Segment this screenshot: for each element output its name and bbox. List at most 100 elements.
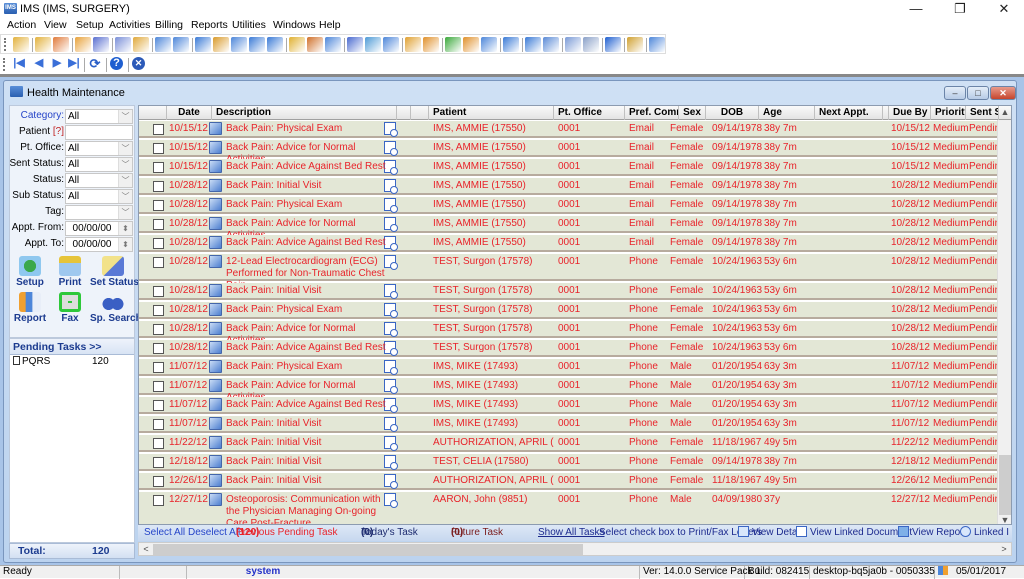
pt-office-select[interactable]: All ﹀	[65, 141, 133, 156]
chevron-down-icon[interactable]: ﹀	[118, 206, 132, 219]
category-select[interactable]: All ﹀	[65, 109, 133, 124]
table-row[interactable]: 10/28/12 12-Lead Electrocardiogram (ECG) …	[139, 254, 1006, 291]
toolbar-grip[interactable]	[4, 38, 6, 51]
child-maximize-button[interactable]: □	[967, 86, 989, 100]
view-detail-icon[interactable]	[209, 493, 222, 506]
menu-view[interactable]: View	[44, 18, 67, 32]
edit-doc-icon[interactable]	[543, 37, 559, 52]
pending-tasks-header[interactable]: Pending Tasks >>	[10, 339, 134, 355]
row-checkbox[interactable]	[153, 400, 164, 411]
payment-icon[interactable]	[213, 37, 229, 52]
row-checkbox[interactable]	[153, 343, 164, 354]
column-header-sex-column[interactable]: Sex	[679, 106, 706, 120]
table-row[interactable]: 12/26/12 Back Pain: Initial Visit AUTHORIZ…	[139, 473, 1006, 490]
clipboard-icon[interactable]	[423, 37, 439, 52]
table-row[interactable]: 10/15/12 Back Pain: Physical Exam IMS, AMM…	[139, 121, 1006, 138]
menu-setup[interactable]: Setup	[76, 18, 103, 32]
sub-status-select[interactable]: All ﹀	[65, 189, 133, 204]
row-checkbox[interactable]	[153, 438, 164, 449]
table-row[interactable]: 10/28/12 Back Pain: Initial Visit IMS, AMM…	[139, 178, 1006, 195]
row-checkbox[interactable]	[153, 124, 164, 135]
refresh-doc-icon[interactable]	[503, 37, 519, 52]
future-task-link[interactable]: Future Task (0)	[451, 525, 503, 541]
document-icon[interactable]	[155, 37, 171, 52]
chevron-down-icon[interactable]: ﹀	[118, 142, 132, 155]
column-header-pref-comm-column[interactable]: Pref. Comm.	[625, 106, 679, 120]
view-detail-icon[interactable]	[209, 341, 222, 354]
child-minimize-button[interactable]: –	[944, 86, 966, 100]
column-header-sent-status-column[interactable]: Sent St	[966, 106, 999, 120]
view-detail-icon[interactable]	[209, 141, 222, 154]
close-module-icon[interactable]: ✕	[132, 57, 145, 70]
user-edit-icon[interactable]	[35, 37, 51, 52]
view-detail-icon[interactable]	[209, 236, 222, 249]
row-checkbox[interactable]	[153, 419, 164, 430]
table-row[interactable]: 11/07/12Back Pain: Advice for Normal Act…	[139, 378, 1006, 403]
select-all-link[interactable]: Select All	[144, 525, 185, 541]
column-header-patient-column[interactable]: Patient	[429, 106, 554, 120]
table-row[interactable]: 12/18/12 Back Pain: Initial Visit TEST, CE…	[139, 454, 1006, 471]
row-checkbox[interactable]	[153, 143, 164, 154]
view-detail-icon[interactable]	[209, 322, 222, 335]
vertical-scrollbar[interactable]: ▲ ▼	[997, 107, 1011, 524]
minimize-button[interactable]: —	[896, 0, 936, 18]
show-all-tasks-link[interactable]: Show All Tasks	[538, 525, 605, 541]
column-header-linked-doc-column[interactable]	[397, 106, 411, 120]
next-record-icon[interactable]: ▶	[50, 57, 64, 70]
status-select[interactable]: All ﹀	[65, 173, 133, 188]
patient-help-link[interactable]: [?]	[53, 126, 64, 137]
row-checkbox[interactable]	[153, 219, 164, 230]
view-detail-icon[interactable]	[209, 436, 222, 449]
row-checkbox[interactable]	[153, 495, 164, 506]
scroll-down-icon[interactable]: ▼	[998, 514, 1011, 524]
row-checkbox[interactable]	[153, 181, 164, 192]
menu-windows[interactable]: Windows	[273, 18, 316, 32]
column-header-checkbox-column[interactable]	[139, 106, 167, 120]
tag-select[interactable]: ﹀	[65, 205, 133, 220]
form-icon[interactable]	[325, 37, 341, 52]
column-header-due-by-column[interactable]: Due By	[889, 106, 931, 120]
scroll-thumb[interactable]	[999, 455, 1011, 515]
chevron-down-icon[interactable]: ﹀	[118, 174, 132, 187]
view-detail-icon[interactable]	[209, 179, 222, 192]
menu-activities[interactable]: Activities	[109, 18, 150, 32]
table-row[interactable]: 10/28/12 Back Pain: Physical Exam TEST, Su…	[139, 302, 1006, 319]
menu-utilities[interactable]: Utilities	[232, 18, 266, 32]
menu-reports[interactable]: Reports	[191, 18, 228, 32]
documents-icon[interactable]	[481, 37, 497, 52]
row-checkbox[interactable]	[153, 257, 164, 268]
column-header-description-column[interactable]: Description	[212, 106, 397, 120]
claim-icon[interactable]	[231, 37, 247, 52]
calendar-icon[interactable]	[289, 37, 305, 52]
scroll-left-icon[interactable]: <	[140, 543, 152, 555]
column-header-blank-column[interactable]	[411, 106, 429, 120]
table-row[interactable]: 10/28/12 Back Pain: Initial Visit TEST, Su…	[139, 283, 1006, 300]
spinner-icon[interactable]: ⬍	[118, 222, 132, 235]
setup-button[interactable]: Setup	[10, 256, 50, 290]
view-detail-icon[interactable]	[209, 360, 222, 373]
toolbar-grip[interactable]	[3, 58, 5, 71]
row-checkbox[interactable]	[153, 476, 164, 487]
refresh-icon[interactable]: ⟳	[88, 57, 102, 70]
table-row[interactable]: 12/27/12 Osteoporosis: Communication with…	[139, 492, 1006, 524]
chevron-down-icon[interactable]: ﹀	[118, 158, 132, 171]
table-row[interactable]: 11/07/12 Back Pain: Physical Exam IMS, MIK…	[139, 359, 1006, 376]
row-checkbox[interactable]	[153, 305, 164, 316]
table-row[interactable]: 10/15/12 Back Pain: Advice Against Bed Re…	[139, 159, 1006, 176]
lab-report-icon[interactable]	[115, 37, 131, 52]
view-detail-icon[interactable]	[209, 379, 222, 392]
row-checkbox[interactable]	[153, 381, 164, 392]
table-row[interactable]: 10/28/12Back Pain: Advice for Normal Act…	[139, 216, 1006, 241]
ledger-icon[interactable]	[249, 37, 265, 52]
schedule-icon[interactable]	[307, 37, 323, 52]
lock-icon[interactable]	[627, 37, 643, 52]
grid-icon[interactable]	[405, 37, 421, 52]
view-detail-icon[interactable]	[209, 455, 222, 468]
scroll-thumb[interactable]	[153, 544, 583, 555]
previous-pending-task-link[interactable]: Previous Pending Task (120)	[236, 525, 338, 541]
view-detail-icon[interactable]	[209, 417, 222, 430]
help-icon[interactable]	[605, 37, 621, 52]
set-status-button[interactable]: Set Status	[90, 256, 139, 290]
row-checkbox[interactable]	[153, 200, 164, 211]
flask-icon[interactable]	[133, 37, 149, 52]
